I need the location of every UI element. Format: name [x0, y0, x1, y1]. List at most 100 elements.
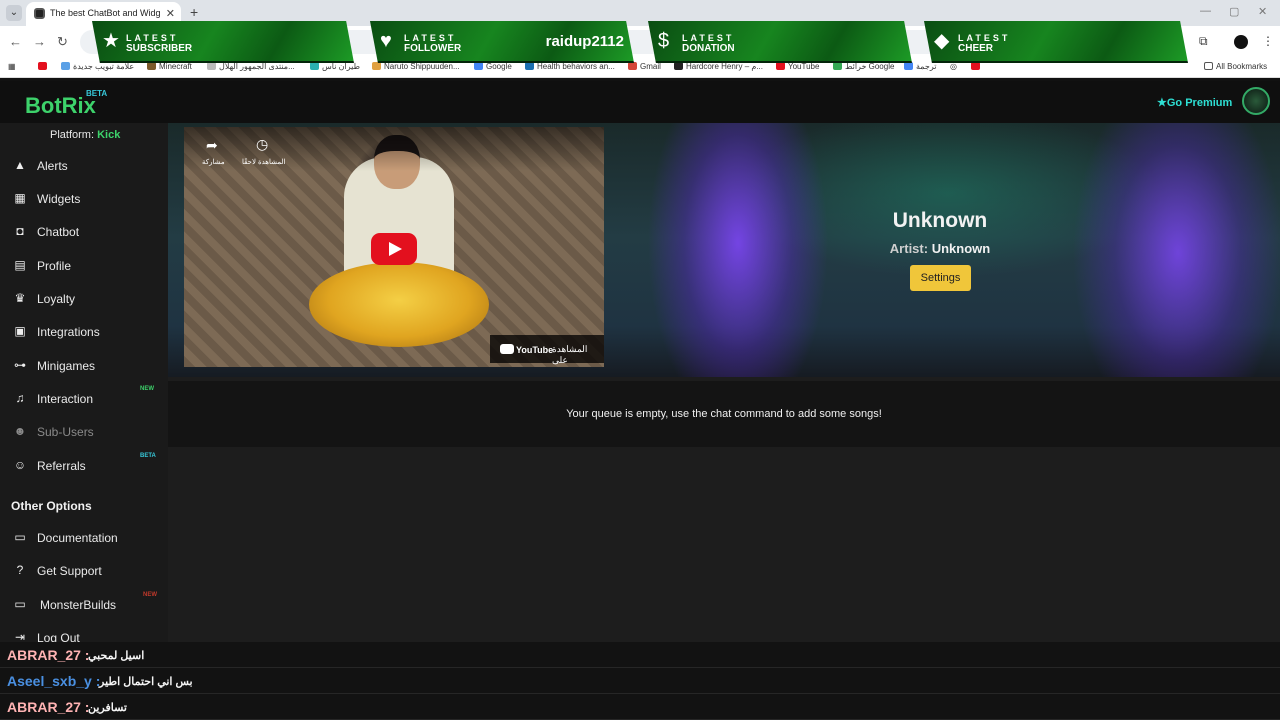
bookmark-item[interactable]: Health behaviors an... — [525, 62, 615, 71]
scroll-icon: ▭ — [14, 530, 26, 544]
other-options-title: Other Options — [11, 499, 92, 513]
thumbnail-food — [309, 262, 489, 347]
song-artist: Artist: Unknown — [889, 241, 991, 256]
app-header: BotRix BETA ★Go Premium — [0, 81, 1280, 123]
sidebar-item-interaction[interactable]: ♫ Interaction NEW — [0, 383, 168, 413]
sidebar-item-widgets[interactable]: ▦ Widgets — [0, 183, 168, 213]
sidebar-item-alerts[interactable]: ▲ Alerts — [0, 150, 168, 180]
bookmark-favicon-icon — [372, 62, 381, 70]
extensions-icon[interactable]: ⧉ — [1199, 34, 1208, 49]
all-bookmarks[interactable]: All Bookmarks — [1204, 62, 1267, 71]
site-favicon-icon — [34, 8, 45, 19]
chat-message: ABRAR_27 : اسيل لمحبي — [0, 642, 1280, 668]
settings-button[interactable]: Settings — [910, 265, 971, 291]
new-tab-button[interactable]: + — [190, 4, 198, 20]
forward-icon[interactable]: → — [33, 34, 46, 49]
apps-icon[interactable]: ▦ — [8, 62, 16, 71]
banner-label: CHEER — [958, 43, 994, 54]
bookmark-item[interactable]: خرائط Google — [833, 62, 894, 71]
bookmark-youtube-icon[interactable] — [38, 62, 50, 71]
tab-title: The best ChatBot and Widgets — [50, 8, 160, 18]
star-icon: ★ — [102, 30, 120, 52]
bookmark-item[interactable]: Minecraft — [147, 62, 192, 71]
chat-text: بس اني احتمال اطير — [99, 676, 193, 688]
beta-badge: BETA — [140, 453, 156, 459]
go-premium-link[interactable]: ★Go Premium — [1157, 96, 1232, 109]
platform-name: Kick — [97, 129, 121, 141]
bookmark-item[interactable]: ترجمة — [904, 62, 937, 71]
sidebar-item-loyalty[interactable]: ♛ Loyalty — [0, 283, 168, 313]
bookmark-youtube-icon[interactable] — [971, 62, 983, 71]
platform-indicator: Platform: Kick — [50, 129, 121, 141]
watch-on-label: المشاهدة على — [552, 344, 588, 365]
bookmark-item[interactable]: Google — [474, 62, 512, 71]
sidebar-item-profile[interactable]: ▤ Profile — [0, 250, 168, 280]
music-icon: ♫ — [15, 391, 25, 405]
close-tab-icon[interactable]: ✕ — [166, 7, 175, 20]
queue-empty-message: Your queue is empty, use the chat comman… — [566, 408, 882, 420]
beta-tag: BETA — [86, 89, 108, 98]
dollar-icon: $ — [658, 30, 670, 52]
bookmark-item[interactable]: Hardcore Henry – م... — [674, 62, 763, 71]
bookmark-item[interactable]: Gmail — [628, 62, 661, 71]
profile-avatar[interactable] — [1234, 35, 1248, 49]
close-window-icon[interactable]: ✕ — [1258, 5, 1267, 18]
latest-subscriber-banner: ★ LATEST SUBSCRIBER — [92, 21, 354, 63]
latest-donation-banner: $ LATEST DONATION — [648, 21, 912, 63]
watch-on-youtube-link[interactable]: YouTube المشاهدة على — [490, 335, 604, 365]
bookmark-item[interactable]: طيران ناس — [310, 62, 360, 71]
banner-kicker: LATEST — [404, 33, 457, 43]
new-badge: NEW — [140, 386, 154, 392]
chat-text: اسيل لمحبي — [88, 650, 145, 662]
new-badge: NEW — [143, 592, 157, 598]
clock-icon[interactable]: ◷ — [256, 136, 268, 153]
back-icon[interactable]: ← — [9, 34, 22, 49]
bookmark-item[interactable]: Naruto Shippuuden... — [372, 62, 460, 71]
latest-follower-banner: ♥ LATEST FOLLOWER raidup2112 — [370, 21, 634, 63]
bookmark-favicon-icon — [674, 62, 683, 70]
warning-icon: ▲ — [14, 158, 26, 172]
sidebar-item-documentation[interactable]: ▭ Documentation — [0, 522, 168, 552]
banner-kicker: LATEST — [682, 33, 735, 43]
bookmark-item[interactable]: YouTube — [776, 62, 819, 71]
bookmark-favicon-icon — [207, 62, 216, 70]
users-icon: ☻ — [13, 424, 27, 438]
bookmark-item[interactable]: منتدى الجمهور الهلال... — [207, 62, 295, 71]
banner-label: SUBSCRIBER — [126, 43, 193, 54]
minimize-icon[interactable]: — — [1200, 5, 1211, 17]
share-icon[interactable]: ➦ — [206, 137, 218, 154]
reload-icon[interactable]: ↻ — [57, 34, 68, 50]
laptop-icon: ▭ — [14, 597, 26, 611]
play-button[interactable] — [371, 233, 417, 265]
bookmark-favicon-icon — [474, 62, 483, 70]
chat-username: Aseel_sxb_y : — [7, 673, 101, 689]
youtube-logo: YouTube — [500, 344, 553, 355]
banner-kicker: LATEST — [126, 33, 179, 43]
sidebar-item-integrations[interactable]: ▣ Integrations — [0, 316, 168, 346]
sidebar-item-minigames[interactable]: ⊶ Minigames — [0, 350, 168, 380]
bookmark-item[interactable]: علامة تبويب جديدة — [61, 62, 134, 71]
diamond-icon: ◆ — [934, 30, 950, 52]
song-queue: Your queue is empty, use the chat comman… — [168, 381, 1280, 447]
user-avatar[interactable] — [1242, 87, 1270, 115]
sidebar-item-monsterbuilds[interactable]: ▭ MonsterBuilds NEW — [0, 589, 168, 619]
chat-overlay: ABRAR_27 : اسيل لمحبي Aseel_sxb_y : بس ا… — [0, 642, 1280, 720]
youtube-play-icon — [500, 344, 514, 354]
bookmark-favicon-icon — [147, 62, 156, 70]
bookmark-favicon-icon — [628, 62, 637, 70]
sidebar-item-referrals[interactable]: ☺ Referrals BETA — [0, 450, 168, 480]
bookmark-favicon-icon — [833, 62, 842, 70]
sidebar-item-get-support[interactable]: ? Get Support — [0, 555, 168, 585]
maximize-icon[interactable]: ▢ — [1229, 5, 1239, 18]
bookmark-globe-icon[interactable]: ◎ — [950, 62, 957, 71]
bookmark-favicon-icon — [904, 62, 913, 70]
sidebar-item-sub-users[interactable]: ☻ Sub-Users — [0, 416, 168, 446]
bookmark-favicon-icon — [776, 62, 785, 70]
sidebar-item-chatbot[interactable]: ◘ Chatbot — [0, 216, 168, 246]
share-label: مشاركة — [202, 159, 225, 166]
banner-label: FOLLOWER — [404, 43, 462, 54]
tab-search-button[interactable]: ⌄ — [6, 5, 22, 21]
youtube-video-player[interactable]: ➦ مشاركة ◷ المشاهدة لاحقًا YouTube المشا… — [184, 127, 604, 367]
banner-kicker: LATEST — [958, 33, 1011, 43]
menu-icon[interactable]: ⋮ — [1262, 34, 1274, 48]
